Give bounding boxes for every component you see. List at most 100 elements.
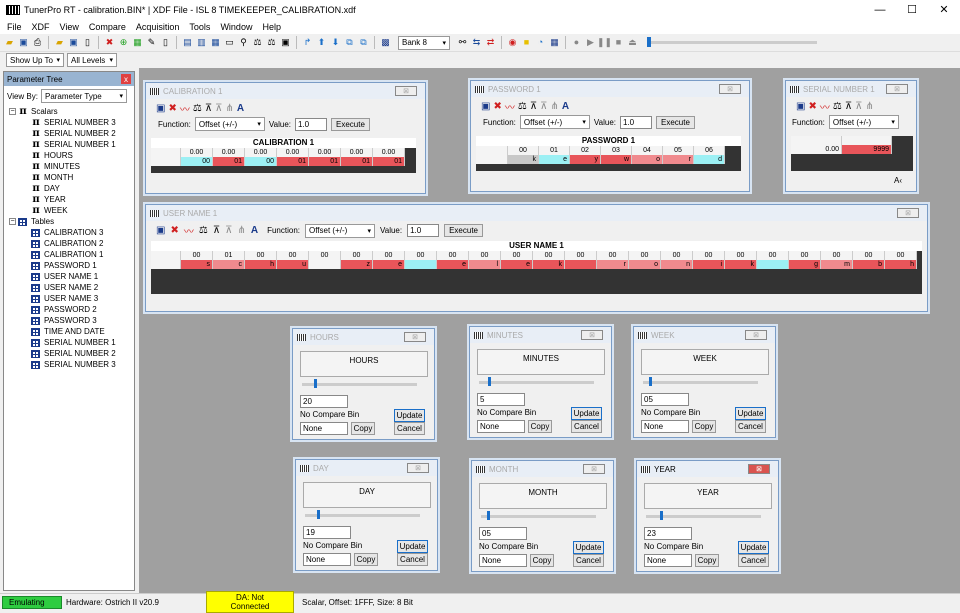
fork-icon[interactable]: ⋔ xyxy=(550,101,558,112)
search-icon[interactable]: ⚲ xyxy=(238,37,249,48)
up-arrow-icon[interactable]: ⬆ xyxy=(316,37,327,48)
tree-item-table[interactable]: PASSWORD 3 xyxy=(9,315,134,326)
bank-select[interactable]: Bank 8 xyxy=(398,35,450,50)
window-close-button[interactable]: ⊠ xyxy=(395,86,417,96)
table-cell[interactable]: c xyxy=(213,260,245,269)
monitor-icon[interactable]: ▭ xyxy=(224,37,235,48)
link-icon[interactable]: ⚯ xyxy=(457,37,468,48)
value-slider[interactable] xyxy=(305,510,420,519)
update-button[interactable]: Update xyxy=(573,541,604,554)
compare-icon[interactable]: ⚖ xyxy=(252,37,263,48)
unscale-icon[interactable]: ⊼ xyxy=(540,101,547,112)
menu-acquisition[interactable]: Acquisition xyxy=(131,22,185,32)
stop-red-icon[interactable]: ◉ xyxy=(507,37,518,48)
tree-item-table[interactable]: CALIBRATION 3 xyxy=(9,227,134,238)
tree-item-scalar[interactable]: π HOURS xyxy=(9,150,134,161)
scalar-value-input[interactable]: 05 xyxy=(641,393,689,406)
tools-icon[interactable]: ✎ xyxy=(146,37,157,48)
table-cell[interactable]: o xyxy=(629,260,661,269)
scalar-value-input[interactable]: 5 xyxy=(477,393,525,406)
font-icon[interactable]: A xyxy=(251,225,258,236)
value-input[interactable]: 1.0 xyxy=(407,224,440,237)
tree-item-table[interactable]: USER NAME 3 xyxy=(9,293,134,304)
serial-number-1-window[interactable]: SERIAL NUMBER 1 ⊠ ▣ ✖ 〰 ⚖ ⊼ ⊼ ⋔ Function: Offse… xyxy=(785,80,917,192)
delete-icon[interactable]: ✖ xyxy=(493,101,501,112)
table-cell[interactable]: y xyxy=(570,155,601,164)
value-input[interactable]: 1.0 xyxy=(295,117,327,131)
tree-item-table[interactable]: TIME AND DATE xyxy=(9,326,134,337)
menu-view[interactable]: View xyxy=(55,22,84,32)
table-cell[interactable]: d xyxy=(694,155,725,164)
tree-item-scalar[interactable]: π YEAR xyxy=(9,194,134,205)
table-cell[interactable]: z xyxy=(341,260,373,269)
window-close-button[interactable]: ⊠ xyxy=(886,84,908,94)
save-icon[interactable]: ▣ xyxy=(796,101,805,112)
execute-button[interactable]: Execute xyxy=(331,117,370,131)
grid-icon[interactable]: ▦ xyxy=(549,37,560,48)
font-icon[interactable]: A xyxy=(562,101,569,112)
slider-thumb[interactable] xyxy=(488,377,491,386)
window-close-button[interactable]: ⊠ xyxy=(748,464,770,474)
compare-icon[interactable]: ⚖ xyxy=(199,225,208,236)
hours-scalar-window[interactable]: HOURS ⊠ HOURS 20 No Compare Bin Update No… xyxy=(292,328,435,440)
table-cell[interactable]: r xyxy=(663,155,694,164)
user-name-1-window[interactable]: USER NAME 1 ⊠ ▣ ✖ 〰 ⚖ ⊼ ⊼ ⋔ A Function: Offset (… xyxy=(145,204,928,312)
day-scalar-window[interactable]: DAY ⊠ DAY 19 No Compare Bin Update None C… xyxy=(295,459,438,571)
new-icon[interactable]: ▯ xyxy=(82,37,93,48)
update-button[interactable]: Update xyxy=(738,541,769,554)
table-cell[interactable]: i xyxy=(693,260,725,269)
table-cell[interactable]: e xyxy=(437,260,469,269)
delete-icon[interactable]: ✖ xyxy=(104,37,115,48)
scale-icon[interactable]: ⊼ xyxy=(530,101,537,112)
fork-icon[interactable]: ⋔ xyxy=(225,103,233,114)
table-cell[interactable] xyxy=(405,260,437,269)
window-close-button[interactable]: ⊠ xyxy=(897,208,919,218)
table-cell[interactable]: h xyxy=(245,260,277,269)
save-icon[interactable]: ▣ xyxy=(156,103,165,114)
tree-item-table[interactable]: PASSWORD 2 xyxy=(9,304,134,315)
table-cell[interactable]: g xyxy=(789,260,821,269)
print-icon[interactable]: ⎙ xyxy=(32,37,43,48)
minimize-button[interactable]: — xyxy=(864,0,896,19)
year-scalar-window[interactable]: YEAR ⊠ YEAR 23 No Compare Bin Update None… xyxy=(636,460,779,572)
value-input[interactable]: 1.0 xyxy=(620,115,652,129)
unscale-icon[interactable]: ⊼ xyxy=(225,225,232,236)
function-select[interactable]: Offset (+/-) xyxy=(519,115,590,129)
month-scalar-window[interactable]: MONTH ⊠ MONTH 05 No Compare Bin Update No… xyxy=(471,460,614,572)
down-arrow-icon[interactable]: ⬇ xyxy=(330,37,341,48)
scalar-value-input[interactable]: 20 xyxy=(300,395,348,408)
scalar-value-input[interactable]: 05 xyxy=(479,527,527,540)
table-cell[interactable]: e xyxy=(373,260,405,269)
collapse-icon[interactable]: − xyxy=(9,218,16,225)
window-close-button[interactable]: ⊠ xyxy=(581,330,603,340)
menu-file[interactable]: File xyxy=(2,22,27,32)
table-cell[interactable]: k xyxy=(533,260,565,269)
tree-item-table[interactable]: USER NAME 1 xyxy=(9,271,134,282)
emulate-icon[interactable]: ⇄ xyxy=(485,37,496,48)
window-close-button[interactable]: ⊠ xyxy=(404,332,426,342)
table-cell[interactable]: e xyxy=(539,155,570,164)
graph-icon[interactable]: 〰 xyxy=(820,99,830,114)
paste-icon[interactable]: ⧉ xyxy=(358,37,369,48)
tree-item-table[interactable]: CALIBRATION 2 xyxy=(9,238,134,249)
table-cell[interactable]: k xyxy=(508,155,539,164)
menu-tools[interactable]: Tools xyxy=(184,22,215,32)
record-icon[interactable]: ● xyxy=(571,37,582,48)
tree-item-scalar[interactable]: π SERIAL NUMBER 2 xyxy=(9,128,134,139)
function-select[interactable]: Offset (+/-) xyxy=(828,115,899,129)
checksum-icon[interactable]: ▣ xyxy=(280,37,291,48)
save-xdf-icon[interactable]: ▣ xyxy=(68,37,79,48)
value-slider[interactable] xyxy=(479,377,594,386)
delete-icon[interactable]: ✖ xyxy=(808,101,816,112)
tree-item-table[interactable]: SERIAL NUMBER 3 xyxy=(9,359,134,370)
table-cell[interactable]: 01 xyxy=(341,157,373,166)
swap-icon[interactable]: ⇆ xyxy=(471,37,482,48)
menu-xdf[interactable]: XDF xyxy=(27,22,55,32)
value-slider[interactable] xyxy=(302,379,417,388)
tree-node-tables[interactable]: − Tables xyxy=(9,216,134,227)
compare-icon[interactable]: ⚖ xyxy=(193,103,202,114)
fork-icon[interactable]: ⋔ xyxy=(237,225,245,236)
slider-thumb[interactable] xyxy=(649,377,652,386)
window-close-button[interactable]: ⊠ xyxy=(719,84,741,94)
eject-icon[interactable]: ⏏ xyxy=(627,37,638,48)
